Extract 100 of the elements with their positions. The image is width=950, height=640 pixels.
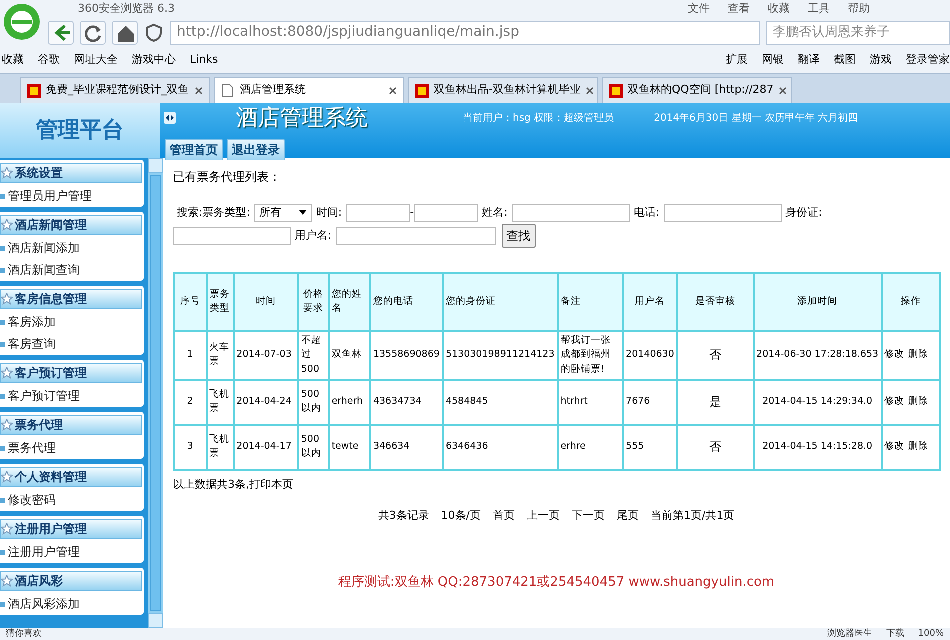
- close-icon[interactable]: [586, 86, 594, 94]
- action-link[interactable]: 删除: [908, 441, 929, 452]
- bullet-icon: [0, 268, 5, 272]
- table-cell: 否: [677, 424, 754, 470]
- input-field[interactable]: [414, 204, 478, 222]
- sidebar-item[interactable]: 客户预订管理: [8, 387, 80, 405]
- page-icon: [221, 84, 235, 98]
- sidebar-item[interactable]: 修改密码: [8, 491, 56, 509]
- field-label: 用户名:: [295, 229, 332, 242]
- input-field[interactable]: [173, 227, 291, 245]
- search-field[interactable]: 李鹏否认周恩来养子: [766, 20, 950, 44]
- toolbar-link[interactable]: 扩展: [726, 52, 748, 68]
- field-label: 姓名:: [482, 206, 508, 219]
- browser-tab[interactable]: 双鱼林的QQ空间 [http://287: [602, 77, 792, 103]
- close-icon[interactable]: [195, 86, 203, 94]
- pagination-link[interactable]: 下一页: [572, 508, 605, 525]
- pagination-link[interactable]: 当前第1页/共1页: [651, 508, 735, 525]
- browser-tab[interactable]: 免费_毕业课程范例设计_双鱼: [20, 77, 210, 103]
- status-item[interactable]: 100%: [918, 630, 944, 638]
- tab-label: 免费_毕业课程范例设计_双鱼: [46, 82, 189, 98]
- status-item[interactable]: 下载: [886, 630, 904, 638]
- sidebar-item[interactable]: 酒店新闻查询: [8, 261, 80, 279]
- sidebar-item[interactable]: 酒店新闻添加: [8, 239, 80, 257]
- table-cell: 500以内: [298, 424, 329, 470]
- menu-item[interactable]: 帮助: [848, 0, 870, 18]
- table-cell: 不超过500: [298, 331, 329, 380]
- bullet-icon: [0, 602, 5, 606]
- pagination-link[interactable]: 上一页: [527, 508, 560, 525]
- toolbar-link[interactable]: 网银: [762, 52, 784, 68]
- field-label: 搜索:票务类型:: [177, 206, 250, 219]
- app-logo: 管理平台: [0, 103, 160, 158]
- bookmark-link[interactable]: 收藏: [2, 52, 24, 68]
- status-item[interactable]: 猜你喜欢: [6, 630, 42, 638]
- table-cell: 2: [174, 380, 207, 425]
- date-info: 2014年6月30日 星期一 农历甲午年 六月初四: [654, 112, 858, 126]
- refresh-button[interactable]: [80, 20, 106, 44]
- action-link[interactable]: 修改: [884, 349, 905, 360]
- bookmark-link[interactable]: Links: [190, 52, 218, 68]
- bookmark-link[interactable]: 游戏中心: [132, 52, 176, 68]
- scrollbar-thumb[interactable]: [150, 175, 161, 611]
- nav-tab[interactable]: 退出登录: [227, 139, 285, 160]
- action-link[interactable]: 删除: [908, 349, 929, 360]
- search-button[interactable]: 查找: [502, 224, 536, 248]
- scroll-down-button[interactable]: [148, 613, 163, 628]
- close-icon[interactable]: [389, 86, 397, 94]
- menu-item[interactable]: 收藏: [768, 0, 790, 18]
- toolbar-link[interactable]: 截图: [834, 52, 856, 68]
- toolbar-link[interactable]: 游戏: [870, 52, 892, 68]
- type-select[interactable]: 所有: [254, 204, 312, 222]
- sidebar-item[interactable]: 票务代理: [8, 439, 56, 457]
- scroll-up-button[interactable]: [148, 158, 163, 173]
- column-header: 时间: [234, 273, 298, 331]
- browser-tab[interactable]: 酒店管理系统: [214, 77, 404, 103]
- action-link[interactable]: 修改: [884, 441, 905, 452]
- menu-item[interactable]: 工具: [808, 0, 830, 18]
- table-cell: erhre: [558, 424, 624, 470]
- sidebar-item[interactable]: 客房添加: [8, 313, 56, 331]
- address-bar[interactable]: http://localhost:8080/jspjiudianguanliqe/main.jsp: [170, 20, 760, 44]
- print-link[interactable]: 打印本页: [250, 478, 294, 491]
- input-field[interactable]: [346, 204, 410, 222]
- home-button[interactable]: [112, 20, 138, 44]
- bullet-icon: [0, 320, 5, 324]
- sidebar-item[interactable]: 酒店风彩添加: [8, 595, 80, 613]
- menu-item[interactable]: 文件: [688, 0, 710, 18]
- tab-label: 双鱼林出品-双鱼林计算机毕业: [434, 82, 581, 98]
- toolbar-link[interactable]: 登录管家: [906, 52, 950, 68]
- sidebar-item[interactable]: 管理员用户管理: [8, 187, 92, 205]
- bookmark-link[interactable]: 网址大全: [74, 52, 118, 68]
- star-icon: [1, 523, 13, 535]
- collapse-toggle-icon[interactable]: [164, 112, 176, 124]
- back-button[interactable]: [48, 20, 74, 44]
- app-title: 酒店管理系统: [236, 104, 368, 132]
- toolbar-link[interactable]: 翻译: [798, 52, 820, 68]
- pagination-link[interactable]: 首页: [493, 508, 515, 525]
- browser-tab[interactable]: 双鱼林出品-双鱼林计算机毕业: [408, 77, 598, 103]
- bookmark-link[interactable]: 谷歌: [38, 52, 60, 68]
- action-link[interactable]: 删除: [908, 396, 929, 408]
- input-field[interactable]: [336, 227, 496, 245]
- table-cell: 43634734: [370, 380, 443, 425]
- pagination-link[interactable]: 尾页: [617, 508, 639, 525]
- star-icon: [1, 219, 13, 231]
- sidebar-item[interactable]: 注册用户管理: [8, 543, 80, 561]
- pagination-link[interactable]: 10条/页: [441, 508, 481, 525]
- menu-item[interactable]: 查看: [728, 0, 750, 18]
- close-icon[interactable]: [778, 86, 787, 94]
- action-link[interactable]: 修改: [884, 396, 905, 408]
- input-field[interactable]: [512, 204, 630, 222]
- star-icon: [1, 367, 13, 379]
- pagination-link[interactable]: 共3条记录: [378, 508, 430, 525]
- input-field[interactable]: [664, 204, 782, 222]
- favicon-icon: [415, 84, 429, 98]
- table-cell: 555: [623, 424, 678, 470]
- status-item[interactable]: 浏览器医生: [827, 630, 872, 638]
- bullet-icon: [0, 194, 5, 198]
- sidebar-heading: 票务代理: [15, 417, 63, 434]
- nav-tab[interactable]: 管理首页: [165, 139, 223, 160]
- table-cell: 346634: [370, 424, 443, 470]
- column-header: 价格要求: [298, 273, 329, 331]
- sidebar-item[interactable]: 客房查询: [8, 335, 56, 353]
- field-label: 时间:: [316, 206, 342, 219]
